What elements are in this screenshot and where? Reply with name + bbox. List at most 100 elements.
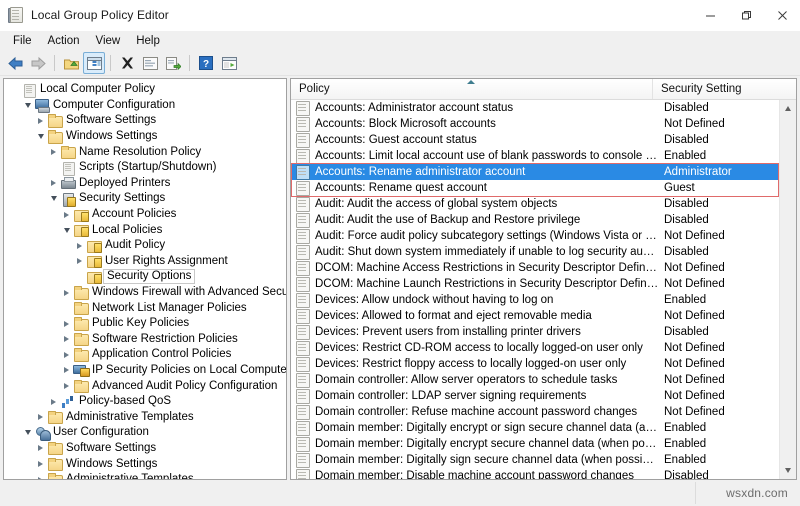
toolbar-separator [54, 55, 55, 71]
table-row[interactable]: Domain controller: Refuse machine accoun… [291, 404, 779, 420]
tree-item[interactable]: Computer Configuration [4, 98, 286, 114]
table-row[interactable]: DCOM: Machine Launch Restrictions in Sec… [291, 276, 779, 292]
policy-rows[interactable]: Accounts: Administrator account status Di… [291, 100, 779, 479]
tree-item[interactable]: Security Options [4, 269, 286, 285]
expand-collapse-closed-icon[interactable] [34, 458, 47, 471]
show-hide-tree-icon[interactable] [83, 52, 105, 74]
expand-collapse-closed-icon[interactable] [73, 255, 86, 268]
table-row[interactable]: Domain member: Digitally encrypt or sign… [291, 420, 779, 436]
table-row[interactable]: Accounts: Rename quest account Guest [291, 180, 779, 196]
tree-item[interactable]: Scripts (Startup/Shutdown) [4, 160, 286, 176]
tree-item[interactable]: Software Restriction Policies [4, 332, 286, 348]
forward-arrow-icon[interactable] [27, 52, 49, 74]
table-row[interactable]: Accounts: Rename administrator account Ad… [291, 164, 779, 180]
table-row[interactable]: Accounts: Administrator account status Di… [291, 100, 779, 116]
maximize-icon[interactable] [728, 0, 764, 30]
table-row[interactable]: Domain member: Disable machine account p… [291, 468, 779, 479]
tree-item[interactable]: IP Security Policies on Local Computer [4, 363, 286, 379]
expand-collapse-open-icon[interactable] [21, 426, 34, 439]
expand-collapse-closed-icon[interactable] [34, 442, 47, 455]
table-row[interactable]: DCOM: Machine Access Restrictions in Sec… [291, 260, 779, 276]
table-row[interactable]: Audit: Shut down system immediately if u… [291, 244, 779, 260]
expand-collapse-closed-icon[interactable] [47, 146, 60, 159]
table-row[interactable]: Domain controller: LDAP server signing r… [291, 388, 779, 404]
tree-item[interactable]: Security Settings [4, 191, 286, 207]
folder-icon [47, 441, 63, 456]
close-icon[interactable] [764, 0, 800, 30]
tree-item[interactable]: Network List Manager Policies [4, 300, 286, 316]
table-row[interactable]: Devices: Restrict floppy access to local… [291, 356, 779, 372]
view-icon[interactable] [218, 52, 240, 74]
tree-item[interactable]: Administrative Templates [4, 409, 286, 425]
expand-collapse-open-icon[interactable] [60, 224, 73, 237]
table-row[interactable]: Audit: Force audit policy subcategory se… [291, 228, 779, 244]
expand-collapse-closed-icon[interactable] [60, 286, 73, 299]
table-row[interactable]: Domain controller: Allow server operator… [291, 372, 779, 388]
table-row[interactable]: Accounts: Guest account status Disabled [291, 132, 779, 148]
table-row[interactable]: Domain member: Digitally encrypt secure … [291, 436, 779, 452]
svg-text:?: ? [203, 59, 209, 70]
expand-collapse-closed-icon[interactable] [60, 364, 73, 377]
console-tree[interactable]: Local Computer Policy Computer Configurat… [4, 79, 286, 479]
expand-collapse-closed-icon[interactable] [60, 333, 73, 346]
tree-item[interactable]: Audit Policy [4, 238, 286, 254]
tree-item[interactable]: Software Settings [4, 113, 286, 129]
table-row[interactable]: Devices: Restrict CD-ROM access to local… [291, 340, 779, 356]
expand-collapse-closed-icon[interactable] [47, 395, 60, 408]
tree-item[interactable]: Software Settings [4, 441, 286, 457]
table-row[interactable]: Audit: Audit the access of global system… [291, 196, 779, 212]
menu-help[interactable]: Help [128, 33, 168, 49]
up-folder-icon[interactable] [60, 52, 82, 74]
table-row[interactable]: Audit: Audit the use of Backup and Resto… [291, 212, 779, 228]
export-list-icon[interactable] [162, 52, 184, 74]
expand-collapse-closed-icon[interactable] [60, 348, 73, 361]
tree-item[interactable]: Local Policies [4, 222, 286, 238]
menu-file[interactable]: File [5, 33, 40, 49]
expand-collapse-open-icon[interactable] [21, 99, 34, 112]
expand-collapse-open-icon[interactable] [47, 192, 60, 205]
table-row[interactable]: Accounts: Block Microsoft accounts Not De… [291, 116, 779, 132]
table-row[interactable]: Devices: Allowed to format and eject rem… [291, 308, 779, 324]
tree-item[interactable]: Account Policies [4, 207, 286, 223]
scroll-down-icon[interactable] [780, 462, 796, 479]
tree-item[interactable]: Name Resolution Policy [4, 144, 286, 160]
policy-document-icon [294, 245, 312, 260]
table-row[interactable]: Accounts: Limit local account use of bla… [291, 148, 779, 164]
expand-collapse-closed-icon[interactable] [73, 239, 86, 252]
tree-item[interactable]: Local Computer Policy [4, 82, 286, 98]
column-header-policy[interactable]: Policy [291, 79, 653, 99]
tree-item[interactable]: Policy-based QoS [4, 394, 286, 410]
expand-collapse-closed-icon[interactable] [60, 208, 73, 221]
tree-item[interactable]: Administrative Templates [4, 472, 286, 479]
properties-icon[interactable] [139, 52, 161, 74]
tree-item[interactable]: Windows Settings [4, 456, 286, 472]
tree-item[interactable]: Windows Settings [4, 129, 286, 145]
back-arrow-icon[interactable] [4, 52, 26, 74]
tree-item[interactable]: Advanced Audit Policy Configuration [4, 378, 286, 394]
expand-collapse-closed-icon[interactable] [34, 473, 47, 479]
tree-item[interactable]: User Rights Assignment [4, 254, 286, 270]
table-row[interactable]: Devices: Prevent users from installing p… [291, 324, 779, 340]
delete-icon[interactable] [116, 52, 138, 74]
table-row[interactable]: Devices: Allow undock without having to … [291, 292, 779, 308]
tree-item[interactable]: User Configuration [4, 425, 286, 441]
expand-collapse-closed-icon[interactable] [60, 380, 73, 393]
column-header-security-setting[interactable]: Security Setting [653, 79, 796, 99]
menu-bar: File Action View Help [0, 31, 800, 51]
scroll-up-icon[interactable] [780, 100, 796, 117]
tree-item[interactable]: Application Control Policies [4, 347, 286, 363]
menu-action[interactable]: Action [40, 33, 88, 49]
tree-item[interactable]: Public Key Policies [4, 316, 286, 332]
expand-collapse-open-icon[interactable] [34, 130, 47, 143]
expand-collapse-closed-icon[interactable] [34, 114, 47, 127]
vertical-scrollbar[interactable] [779, 100, 796, 479]
tree-item[interactable]: Windows Firewall with Advanced Security [4, 285, 286, 301]
minimize-icon[interactable] [692, 0, 728, 30]
expand-collapse-closed-icon[interactable] [60, 317, 73, 330]
expand-collapse-closed-icon[interactable] [34, 411, 47, 424]
table-row[interactable]: Domain member: Digitally sign secure cha… [291, 452, 779, 468]
expand-collapse-closed-icon[interactable] [47, 177, 60, 190]
help-icon[interactable]: ? [195, 52, 217, 74]
menu-view[interactable]: View [88, 33, 129, 49]
tree-item[interactable]: Deployed Printers [4, 176, 286, 192]
